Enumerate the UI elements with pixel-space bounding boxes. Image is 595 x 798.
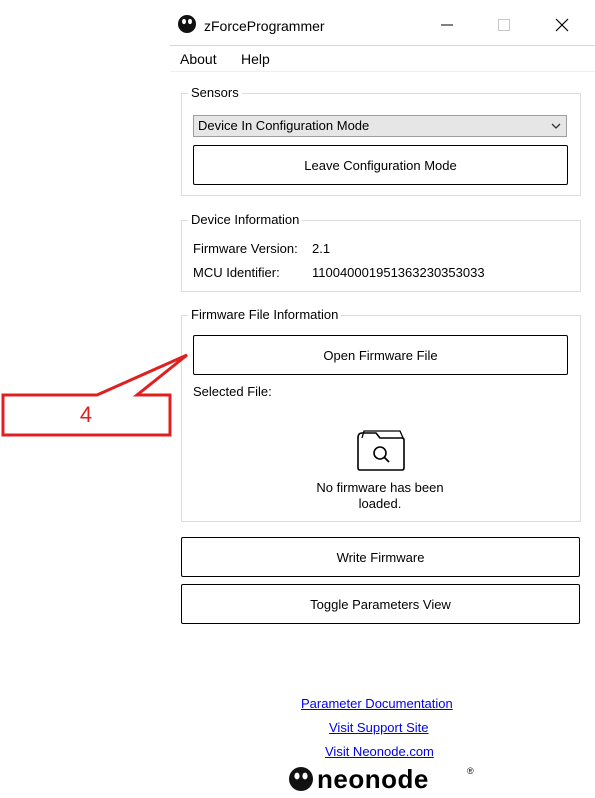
title-separator — [170, 45, 595, 46]
leave-config-button[interactable]: Leave Configuration Mode — [193, 145, 568, 185]
no-firmware-message-line1: No firmware has been — [316, 480, 444, 495]
menu-about[interactable]: About — [180, 51, 217, 67]
open-firmware-button[interactable]: Open Firmware File — [193, 335, 568, 375]
write-firmware-button-label: Write Firmware — [336, 549, 425, 565]
sensor-select-value: Device In Configuration Mode — [198, 118, 370, 133]
sensors-group-label: Sensors — [188, 85, 242, 100]
close-icon — [555, 18, 569, 32]
neonode-site-link[interactable]: Visit Neonode.com — [325, 744, 434, 759]
menu-help[interactable]: Help — [241, 51, 270, 67]
menu-separator — [170, 71, 595, 72]
parameter-documentation-link[interactable]: Parameter Documentation — [301, 696, 453, 711]
minimize-button[interactable] — [430, 10, 464, 40]
no-firmware-message-line2: loaded. — [358, 496, 402, 511]
mcu-identifier-value: 110040001951363230353033 — [312, 265, 485, 280]
maximize-icon — [498, 19, 510, 31]
firmware-version-value: 2.1 — [312, 241, 331, 256]
callout-label: 4 — [79, 402, 93, 427]
firmware-version-label: Firmware Version: — [193, 241, 298, 256]
window-title: zForceProgrammer — [204, 18, 325, 34]
neonode-logo-text: neonode — [317, 764, 429, 794]
callout-arrow — [1, 353, 188, 437]
registered-mark: ® — [467, 766, 474, 776]
selected-file-label: Selected File: — [193, 384, 272, 399]
close-button[interactable] — [545, 10, 579, 40]
toggle-parameters-button-label: Toggle Parameters View — [310, 596, 451, 612]
firmware-file-group-label: Firmware File Information — [188, 307, 342, 322]
device-info-group-label: Device Information — [188, 212, 303, 227]
chevron-down-icon — [551, 123, 561, 129]
open-firmware-button-label: Open Firmware File — [323, 347, 438, 363]
neonode-logo: neonode ® — [288, 764, 488, 794]
write-firmware-button[interactable]: Write Firmware — [181, 537, 580, 577]
mcu-identifier-label: MCU Identifier: — [193, 265, 280, 280]
device-info-group — [181, 220, 581, 292]
minimize-icon — [441, 24, 453, 26]
toggle-parameters-button[interactable]: Toggle Parameters View — [181, 584, 580, 624]
maximize-button[interactable] — [487, 10, 521, 40]
support-site-link[interactable]: Visit Support Site — [329, 720, 428, 735]
folder-search-icon — [354, 428, 408, 477]
leave-config-button-label: Leave Configuration Mode — [304, 157, 457, 173]
sensor-select[interactable]: Device In Configuration Mode — [193, 115, 567, 137]
neonode-logo-icon — [289, 767, 313, 791]
app-logo-icon — [177, 14, 197, 34]
